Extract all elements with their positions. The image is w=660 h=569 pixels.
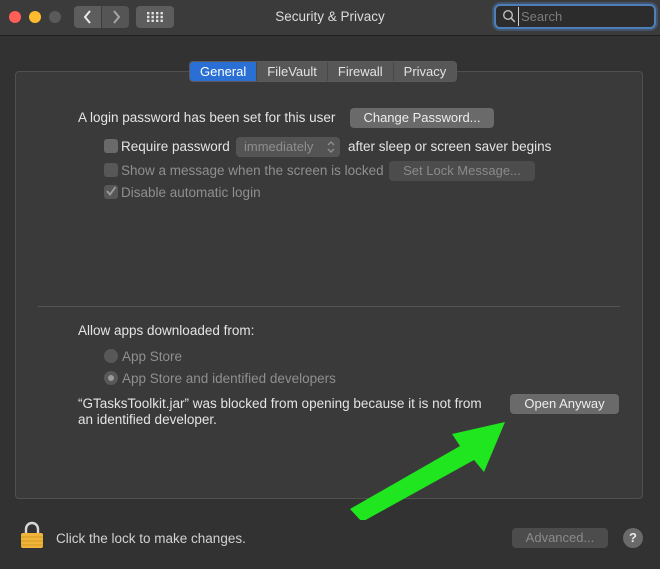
chevron-left-icon xyxy=(83,10,91,24)
radio-app-store-identified-label: App Store and identified developers xyxy=(122,371,336,386)
close-window-button[interactable] xyxy=(9,11,21,23)
require-password-checkbox[interactable] xyxy=(104,139,118,153)
back-button[interactable] xyxy=(74,6,101,28)
green-annotation-arrow xyxy=(350,422,505,520)
tab-filevault[interactable]: FileVault xyxy=(257,62,328,81)
radio-app-store[interactable] xyxy=(104,349,118,363)
tab-firewall[interactable]: Firewall xyxy=(328,62,394,81)
section-divider xyxy=(38,306,620,307)
tab-privacy[interactable]: Privacy xyxy=(394,62,457,81)
search-input[interactable] xyxy=(518,7,650,26)
chevron-right-icon xyxy=(112,10,120,24)
set-lock-message-button[interactable]: Set Lock Message... xyxy=(389,161,535,181)
radio-app-store-identified[interactable] xyxy=(104,371,118,385)
blocked-message-line1: “GTasksToolkit.jar” was blocked from ope… xyxy=(78,396,482,411)
require-password-delay-value: immediately xyxy=(244,139,314,154)
search-icon xyxy=(502,9,516,23)
zoom-window-button[interactable] xyxy=(49,11,61,23)
lock-icon[interactable] xyxy=(20,521,44,549)
forward-button[interactable] xyxy=(102,6,129,28)
login-password-text: A login password has been set for this u… xyxy=(78,110,336,125)
lock-status-text: Click the lock to make changes. xyxy=(56,531,246,546)
show-message-checkbox[interactable] xyxy=(104,163,118,177)
window-title: Security & Privacy xyxy=(275,9,385,24)
open-anyway-button[interactable]: Open Anyway xyxy=(510,394,619,414)
grid-icon xyxy=(147,12,163,22)
require-password-label: Require password xyxy=(121,139,230,154)
radio-selected-dot xyxy=(108,375,114,381)
settings-panel xyxy=(15,71,643,499)
tab-general[interactable]: General xyxy=(190,62,258,81)
disable-autologin-checkbox[interactable] xyxy=(104,185,118,199)
require-password-suffix: after sleep or screen saver begins xyxy=(348,139,552,154)
disable-autologin-label: Disable automatic login xyxy=(121,185,261,200)
change-password-button[interactable]: Change Password... xyxy=(350,108,494,128)
title-bar: Security & Privacy xyxy=(0,0,660,36)
help-button[interactable]: ? xyxy=(623,528,643,548)
require-password-delay-select[interactable]: immediately xyxy=(236,137,340,157)
minimize-window-button[interactable] xyxy=(29,11,41,23)
checkmark-icon xyxy=(106,186,117,196)
show-all-button[interactable] xyxy=(136,6,174,28)
blocked-message-line2: an identified developer. xyxy=(78,412,217,427)
radio-app-store-label: App Store xyxy=(122,349,183,364)
show-message-label: Show a message when the screen is locked xyxy=(121,163,384,178)
updown-chevron-icon xyxy=(327,141,335,153)
advanced-button[interactable]: Advanced... xyxy=(512,528,608,548)
search-field[interactable] xyxy=(494,4,656,29)
tab-bar: General FileVault Firewall Privacy xyxy=(189,61,458,82)
allow-apps-heading: Allow apps downloaded from: xyxy=(78,323,255,338)
